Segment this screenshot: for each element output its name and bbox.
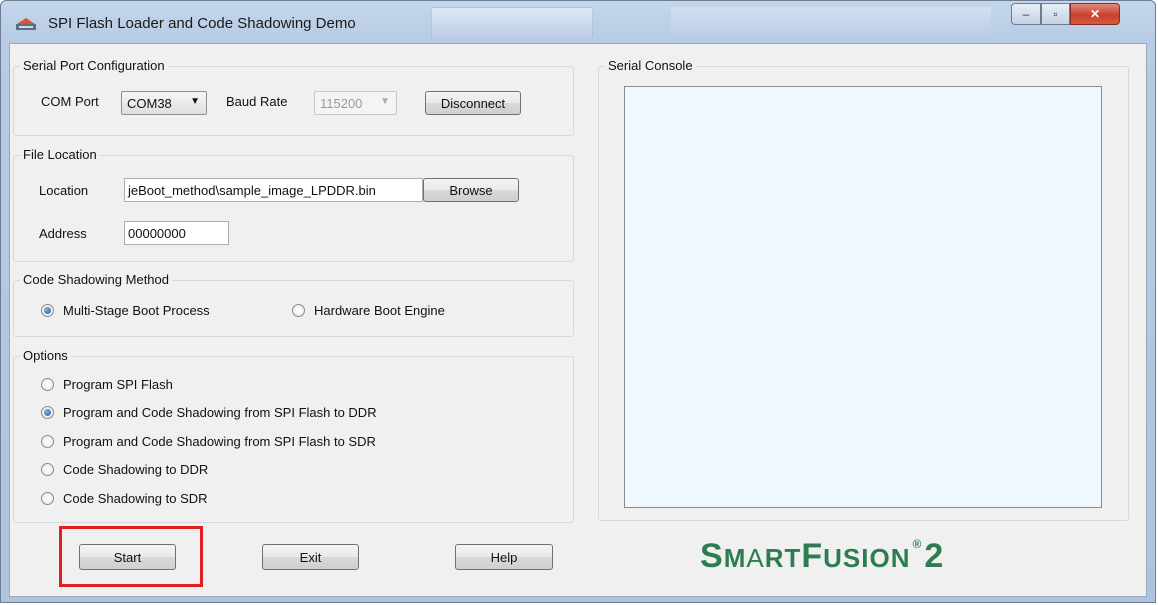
- radio-label: Hardware Boot Engine: [314, 303, 445, 318]
- serial-console-output[interactable]: [624, 86, 1102, 508]
- radio-unchecked-icon: [41, 463, 54, 476]
- address-label: Address: [39, 226, 87, 241]
- location-label: Location: [39, 183, 89, 198]
- radio-label: Code Shadowing to DDR: [63, 462, 209, 477]
- disconnect-button[interactable]: Disconnect: [425, 91, 521, 115]
- radio-label: Program and Code Shadowing from SPI Flas…: [63, 405, 377, 420]
- group-title: Code Shadowing Method: [20, 272, 172, 287]
- radio-program-shadow-ddr[interactable]: Program and Code Shadowing from SPI Flas…: [41, 405, 377, 420]
- radio-label: Program and Code Shadowing from SPI Flas…: [63, 434, 376, 449]
- address-input[interactable]: 00000000: [124, 221, 229, 245]
- app-icon: [16, 18, 36, 30]
- radio-shadow-ddr[interactable]: Code Shadowing to DDR: [41, 462, 208, 477]
- radio-hardware-boot-engine[interactable]: Hardware Boot Engine: [292, 303, 445, 318]
- group-title: Options: [20, 348, 71, 363]
- background-glass: [671, 7, 991, 37]
- baud-rate-value: 115200: [320, 95, 363, 111]
- radio-program-shadow-sdr[interactable]: Program and Code Shadowing from SPI Flas…: [41, 434, 376, 449]
- com-port-value: COM38: [127, 95, 172, 111]
- exit-button[interactable]: Exit: [262, 544, 359, 570]
- radio-unchecked-icon: [41, 378, 54, 391]
- group-title: File Location: [20, 147, 100, 162]
- group-title: Serial Port Configuration: [20, 58, 168, 73]
- radio-unchecked-icon: [41, 435, 54, 448]
- window-title: SPI Flash Loader and Code Shadowing Demo: [48, 15, 356, 32]
- baud-rate-label: Baud Rate: [226, 94, 288, 109]
- maximize-button[interactable]: ▫: [1041, 3, 1070, 25]
- radio-unchecked-icon: [292, 304, 305, 317]
- radio-checked-icon: [41, 304, 54, 317]
- browse-button[interactable]: Browse: [423, 178, 519, 202]
- minimize-button[interactable]: –: [1011, 3, 1041, 25]
- radio-program-spi-flash[interactable]: Program SPI Flash: [41, 377, 173, 392]
- options-group: Options Program SPI Flash Program and Co…: [13, 348, 574, 523]
- start-button-highlight: [59, 526, 203, 587]
- file-location-group: File Location Location jeBoot_method\sam…: [13, 147, 574, 262]
- radio-label: Program SPI Flash: [63, 377, 173, 392]
- serial-port-group: Serial Port Configuration COM Port COM38…: [13, 58, 574, 136]
- shadowing-method-group: Code Shadowing Method Multi-Stage Boot P…: [13, 272, 574, 337]
- radio-shadow-sdr[interactable]: Code Shadowing to SDR: [41, 491, 208, 506]
- group-title: Serial Console: [605, 58, 696, 73]
- close-button[interactable]: ✕: [1070, 3, 1120, 25]
- app-window: SPI Flash Loader and Code Shadowing Demo…: [0, 0, 1156, 603]
- baud-rate-select: 115200 ▼: [314, 91, 397, 115]
- radio-checked-icon: [41, 406, 54, 419]
- location-input[interactable]: jeBoot_method\sample_image_LPDDR.bin: [124, 178, 423, 202]
- radio-label: Code Shadowing to SDR: [63, 491, 208, 506]
- com-port-select[interactable]: COM38 ▼: [121, 91, 207, 115]
- radio-unchecked-icon: [41, 492, 54, 505]
- radio-label: Multi-Stage Boot Process: [63, 303, 210, 318]
- smartfusion2-logo: SMARTFUSION ®2: [700, 537, 945, 575]
- com-port-label: COM Port: [41, 94, 99, 109]
- title-bar[interactable]: SPI Flash Loader and Code Shadowing Demo…: [1, 1, 1155, 43]
- help-button[interactable]: Help: [455, 544, 553, 570]
- chevron-down-icon: ▼: [190, 96, 200, 107]
- client-area: Serial Port Configuration COM Port COM38…: [9, 43, 1147, 597]
- background-window-tab: [431, 7, 593, 39]
- radio-multi-stage-boot[interactable]: Multi-Stage Boot Process: [41, 303, 210, 318]
- chevron-down-icon: ▼: [380, 96, 390, 107]
